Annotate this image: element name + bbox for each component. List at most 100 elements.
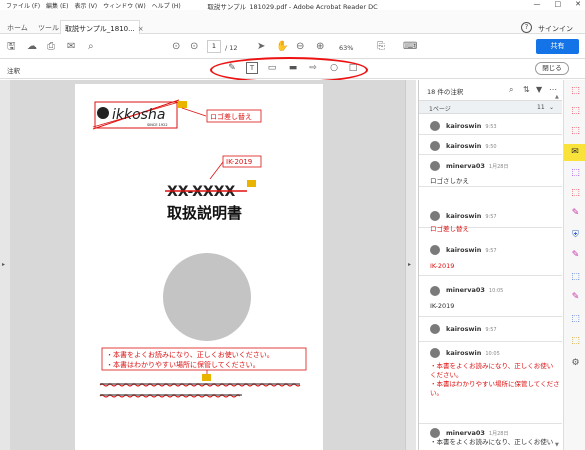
comment-item[interactable]: minerva03 10:05 IK-2019 xyxy=(419,276,562,317)
tab-row: ホーム ツール 取説サンプル_1810... × ? サインイン xyxy=(0,10,585,34)
right-scrollbar[interactable]: ▸ xyxy=(405,80,416,450)
close-comment-label: 閉じる xyxy=(542,64,562,72)
select-cursor-icon[interactable]: ➤ xyxy=(257,41,265,53)
create-pdf-icon[interactable]: ⬚ xyxy=(570,106,581,117)
window-controls: — □ ✕ xyxy=(534,0,582,8)
more-tools-icon[interactable]: ⚙ xyxy=(570,358,581,369)
comment-item[interactable]: kairoswin 9:57 xyxy=(419,317,562,342)
comment-item[interactable]: kairoswin 9:50 xyxy=(419,135,562,155)
comment-item[interactable]: minerva03 1月28日 ・本書をよくお読みになり、正しくお使い xyxy=(419,424,562,450)
logo-note-text: ロゴ差し替え xyxy=(210,112,252,121)
chevron-down-icon[interactable]: ⌄ xyxy=(549,104,554,111)
redact-icon[interactable]: ⬚ xyxy=(570,272,581,283)
zoom-out-icon[interactable]: ⊖ xyxy=(296,41,304,53)
zoom-level[interactable]: 63% xyxy=(339,44,353,52)
page-down-icon[interactable]: ⊙ xyxy=(190,41,198,53)
fit-page-icon[interactable]: ⎘ xyxy=(377,41,385,53)
comment-time: 1月28日 xyxy=(488,164,509,170)
close-tab-icon[interactable]: × xyxy=(138,25,144,33)
print-icon[interactable]: ⎙ xyxy=(47,41,55,53)
doc-title: 取扱説明書 xyxy=(167,204,242,222)
certificates-icon[interactable]: ✎ xyxy=(570,292,581,303)
right-tools-strip: ⬚ ⬚ ⬚ ✉ ⬚ ⬚ ✎ ⛨ ✎ ⬚ ✎ ⬚ ⬚ ⚙ xyxy=(563,80,585,450)
comment-user: minerva03 1月28日 xyxy=(446,162,509,170)
comment-item[interactable]: minerva03 1月28日 ロゴさしかえ xyxy=(419,155,562,187)
comment-item[interactable]: kairoswin 9:57 ロゴ差し替え xyxy=(419,187,562,233)
search-comments-icon[interactable]: ⌕ xyxy=(509,85,513,95)
search-icon[interactable]: ⌕ xyxy=(88,41,94,53)
save-icon[interactable]: 🖫 xyxy=(7,41,16,53)
logo-mark xyxy=(97,107,109,119)
insert-note-line-2: ・本書はわかりやすい場所に保管してください。 xyxy=(106,360,260,369)
hand-tool-icon[interactable]: ✋ xyxy=(276,41,288,53)
logo-subtext: SINCE 1922 xyxy=(147,123,168,127)
comment-tool-icon[interactable]: ✉ xyxy=(564,144,585,161)
edit-pdf-icon[interactable]: ⬚ xyxy=(570,126,581,137)
filter-icon[interactable]: ▼ xyxy=(536,85,542,94)
tab-tools[interactable]: ツール xyxy=(38,23,59,33)
page-group-count: 11 xyxy=(537,104,545,111)
tab-document[interactable]: 取説サンプル_1810... × xyxy=(60,20,144,34)
avatar xyxy=(430,348,440,358)
left-nav-strip[interactable]: ▸ xyxy=(0,80,10,450)
panel-scroll-down-icon[interactable]: ▼ xyxy=(555,442,559,448)
organize-pages-icon[interactable]: ⬚ xyxy=(570,188,581,199)
avatar xyxy=(430,324,440,334)
signin-link[interactable]: サインイン xyxy=(538,24,573,34)
comment-body: IK-2019 xyxy=(430,302,455,310)
send-for-signature-icon[interactable]: ✎ xyxy=(570,250,581,261)
comment-item[interactable]: kairoswin 9:57 IK-2019 xyxy=(419,228,562,276)
comment-item[interactable]: kairoswin 9:53 xyxy=(419,115,562,135)
avatar xyxy=(430,286,440,296)
avatar xyxy=(430,245,440,255)
keyboard-icon[interactable]: ⌨ xyxy=(403,41,417,53)
help-icon[interactable]: ? xyxy=(521,22,532,33)
upload-cloud-icon[interactable]: ☁ xyxy=(27,41,37,53)
comment-item[interactable]: kairoswin 10:05 ・本書をよくお読みになり、正しくお使い ください。… xyxy=(419,342,562,424)
page-group-header[interactable]: 1ページ 11 ⌄ xyxy=(419,100,562,114)
avatar xyxy=(430,141,440,151)
comment-count: 18 件の注釈 xyxy=(427,88,464,96)
page-up-icon[interactable]: ⊙ xyxy=(172,41,180,53)
insert-note-line-1: ・本書をよくお読みになり、正しくお使いください。 xyxy=(106,350,274,359)
page-group-label: 1ページ xyxy=(429,106,451,113)
close-window-button[interactable]: ✕ xyxy=(575,0,581,8)
close-comment-button[interactable]: 閉じる xyxy=(535,62,569,75)
document-viewer[interactable]: ▸ ikkosha SINCE 1922 ロゴ差し替え IK-2019 XX-X… xyxy=(0,80,416,450)
protect-icon[interactable]: ⛨ xyxy=(570,230,581,241)
page-total: / 12 xyxy=(225,44,238,52)
avatar xyxy=(430,161,440,171)
tab-home[interactable]: ホーム xyxy=(7,23,28,33)
share-button[interactable]: 共有 xyxy=(536,39,579,54)
code-struck-text: XX-XXXX xyxy=(167,184,235,200)
sort-icon[interactable]: ⇅ xyxy=(523,85,530,94)
code-note-text: IK-2019 xyxy=(226,158,252,166)
comment-marker-insert xyxy=(202,374,211,381)
collapse-right-icon[interactable]: ▸ xyxy=(408,261,411,268)
rich-media-icon[interactable]: ⬚ xyxy=(570,336,581,347)
fill-sign-icon[interactable]: ✎ xyxy=(570,208,581,219)
pdf-page[interactable]: ikkosha SINCE 1922 ロゴ差し替え IK-2019 XX-XXX… xyxy=(75,84,323,450)
product-image-placeholder xyxy=(163,253,251,341)
avatar xyxy=(430,211,440,221)
comment-user: minerva03 1月28日 xyxy=(446,429,509,437)
more-options-icon[interactable]: ⋯ xyxy=(549,85,557,94)
export-pdf-icon[interactable]: ⬚ xyxy=(570,86,581,97)
combine-files-icon[interactable]: ⬚ xyxy=(570,168,581,179)
minimize-button[interactable]: — xyxy=(534,0,541,8)
tab-document-label: 取説サンプル_1810... xyxy=(65,25,135,33)
comments-panel: 18 件の注釈 ⌕ ⇅ ▼ ⋯ 1ページ 11 ⌄ kairoswin 9:53 … xyxy=(418,80,562,450)
expand-left-icon[interactable]: ▸ xyxy=(2,261,5,268)
title-bar: ファイル (F) 編集 (E) 表示 (V) ウィンドウ (W) ヘルプ (H)… xyxy=(0,0,585,11)
share-label: 共有 xyxy=(550,42,565,50)
send-track-icon[interactable]: ⬚ xyxy=(570,314,581,325)
email-icon[interactable]: ✉ xyxy=(67,41,75,53)
zoom-in-icon[interactable]: ⊕ xyxy=(316,41,324,53)
comment-time: 9:53 xyxy=(485,124,497,130)
comment-time: 10:05 xyxy=(485,351,500,357)
page-number-input[interactable]: 1 xyxy=(207,40,221,53)
panel-scroll-up-icon[interactable]: ▲ xyxy=(555,94,559,100)
maximize-button[interactable]: □ xyxy=(555,0,562,8)
logo-text: ikkosha xyxy=(112,107,165,123)
comment-user: kairoswin 9:57 xyxy=(446,325,497,333)
